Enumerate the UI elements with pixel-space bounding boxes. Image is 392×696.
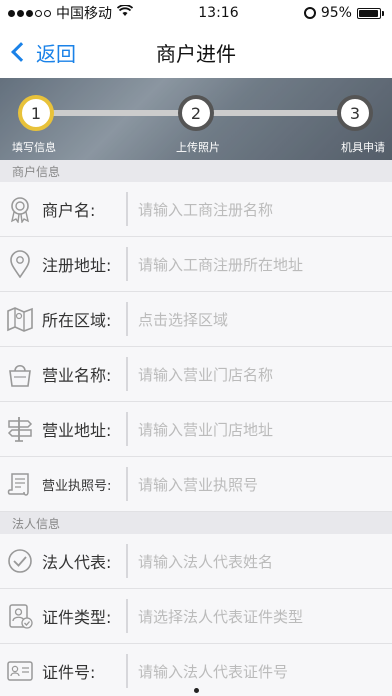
wifi-icon [116, 4, 134, 21]
back-button[interactable]: 返回 [8, 26, 76, 78]
signal-strength-icon [8, 9, 51, 17]
form-row-region[interactable]: 所在区域: 点击选择区域 [0, 292, 392, 347]
step-2-label: 上传照片 [176, 141, 220, 154]
id-type-label: 证件类型: [42, 608, 112, 627]
merchant-name-input[interactable]: 请输入工商注册名称 [138, 199, 392, 220]
section-header-merchant: 商户信息 [0, 160, 392, 182]
clock: 13:16 [198, 5, 239, 21]
signpost-icon [0, 402, 40, 457]
form-row-registered-address: 注册地址: 请输入工商注册所在地址 [0, 237, 392, 292]
carrier-name: 中国移动 [56, 6, 112, 22]
id-badge-icon [0, 589, 40, 644]
back-label: 返回 [36, 41, 76, 66]
step-3-indicator: 3 [337, 95, 373, 131]
form-row-business-name: 营业名称: 请输入营业门店名称 [0, 347, 392, 402]
form-row-business-license: 营业执照号: 请输入营业执照号 [0, 457, 392, 512]
progress-stepper: 1 2 3 填写信息 上传照片 机具申请 [0, 78, 392, 160]
navigation-bar: 返回 商户进件 [0, 26, 392, 78]
legal-representative-label: 法人代表: [42, 553, 112, 572]
step-1-indicator: 1 [18, 95, 54, 131]
id-type-selector[interactable]: 请选择法人代表证件类型 [138, 606, 392, 627]
business-address-input[interactable]: 请输入营业门店地址 [138, 419, 392, 440]
chevron-left-icon [11, 42, 31, 62]
region-selector[interactable]: 点击选择区域 [138, 309, 392, 330]
business-name-label: 营业名称: [42, 366, 112, 385]
form-row-id-type[interactable]: 证件类型: 请选择法人代表证件类型 [0, 589, 392, 644]
business-address-label: 营业地址: [42, 421, 112, 440]
battery-percent: 95% [320, 5, 352, 21]
badge-icon [0, 182, 40, 237]
id-card-icon [0, 644, 40, 696]
registered-address-label: 注册地址: [42, 256, 112, 275]
location-pin-icon [0, 237, 40, 292]
business-name-input[interactable]: 请输入营业门店名称 [138, 364, 392, 385]
section-header-legal: 法人信息 [0, 512, 392, 534]
page-title: 商户进件 [156, 41, 236, 66]
form-row-legal-representative: 法人代表: 请输入法人代表姓名 [0, 534, 392, 589]
page-indicator-dot [194, 688, 199, 693]
step-1-label: 填写信息 [12, 141, 56, 154]
region-label: 所在区域: [42, 311, 112, 330]
id-number-label: 证件号: [42, 663, 96, 682]
step-connector [210, 110, 340, 116]
business-license-label: 营业执照号: [42, 478, 112, 494]
registered-address-input[interactable]: 请输入工商注册所在地址 [138, 254, 392, 275]
business-license-input[interactable]: 请输入营业执照号 [138, 474, 392, 495]
check-circle-icon [0, 534, 40, 589]
form-row-business-address: 营业地址: 请输入营业门店地址 [0, 402, 392, 457]
license-scroll-icon [0, 457, 40, 512]
status-bar: 中国移动 13:16 95% [0, 0, 392, 26]
legal-representative-input[interactable]: 请输入法人代表姓名 [138, 551, 392, 572]
alarm-icon [303, 7, 316, 19]
form-row-merchant-name: 商户名: 请输入工商注册名称 [0, 182, 392, 237]
step-2-indicator: 2 [178, 95, 214, 131]
merchant-name-label: 商户名: [42, 201, 96, 220]
shopping-bag-icon [0, 347, 40, 402]
step-3-label: 机具申请 [341, 141, 385, 154]
battery-fill [358, 9, 378, 17]
map-icon [0, 292, 40, 347]
step-connector [50, 110, 190, 116]
battery-icon [356, 7, 384, 19]
id-number-input[interactable]: 请输入法人代表证件号 [138, 661, 392, 682]
